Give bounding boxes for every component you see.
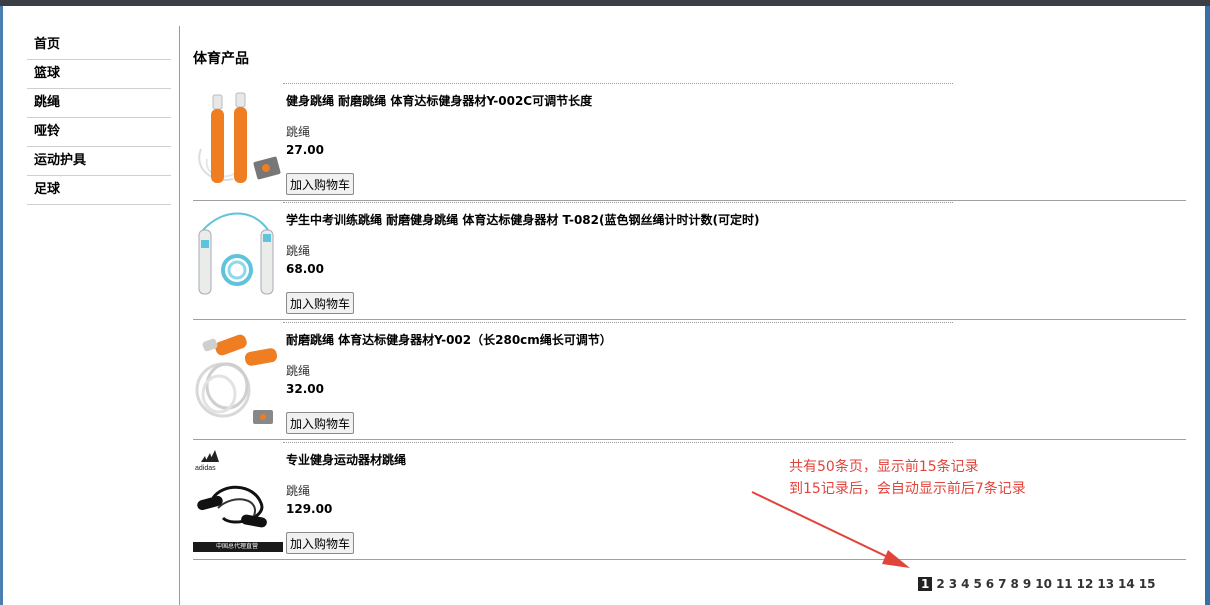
product-category: 跳绳 [286, 364, 311, 378]
section-title: 体育产品 [193, 51, 249, 67]
page-link-5[interactable]: 5 [973, 577, 981, 591]
category-sidebar: 首页 篮球 跳绳 哑铃 运动护具 足球 [27, 31, 171, 205]
sidebar-item-dumbbell[interactable]: 哑铃 [27, 118, 171, 147]
product-divider [193, 439, 1186, 440]
add-to-cart-button[interactable]: 加入购物车 [286, 173, 355, 195]
product-item: 健身跳绳 耐磨跳绳 体育达标健身器材Y-002C可调节长度 跳绳 27.00 加… [193, 83, 1186, 201]
product-divider [193, 200, 1186, 201]
product-price: 68.00 [286, 262, 324, 276]
sidebar-item-football[interactable]: 足球 [27, 176, 171, 205]
window-left-edge [0, 6, 3, 605]
product-divider [193, 319, 1186, 320]
product-category: 跳绳 [286, 484, 311, 498]
add-to-cart-button[interactable]: 加入购物车 [286, 532, 355, 554]
page-link-15[interactable]: 15 [1139, 577, 1156, 591]
page-link-2[interactable]: 2 [936, 577, 944, 591]
product-name[interactable]: 学生中考训练跳绳 耐磨健身跳绳 体育达标健身器材 T-082(蓝色钢丝绳计时计数… [286, 211, 759, 228]
sidebar-item-basketball[interactable]: 篮球 [27, 60, 171, 89]
page-link-9[interactable]: 9 [1023, 577, 1031, 591]
product-divider [193, 559, 1186, 560]
window-top-bar [0, 0, 1210, 6]
product-category: 跳绳 [286, 244, 311, 258]
pagination: 1 2 3 4 5 6 7 8 9 10 11 12 13 14 15 [918, 577, 1159, 591]
add-to-cart-button[interactable]: 加入购物车 [286, 292, 355, 314]
product-name[interactable]: 健身跳绳 耐磨跳绳 体育达标健身器材Y-002C可调节长度 [286, 92, 592, 109]
page-link-6[interactable]: 6 [986, 577, 994, 591]
window-right-edge [1205, 6, 1210, 605]
sidebar-divider [179, 26, 180, 605]
product-name[interactable]: 耐磨跳绳 体育达标健身器材Y-002（长280cm绳长可调节） [286, 331, 612, 348]
product-item: adidas 中国总代理直营 专业健身运动器材跳绳 跳绳 129.00 加入购物… [193, 442, 1186, 560]
svg-text:adidas: adidas [195, 465, 216, 472]
annotation-arrow-icon [751, 491, 910, 568]
product-price: 129.00 [286, 502, 333, 516]
page-link-3[interactable]: 3 [949, 577, 957, 591]
page-link-4[interactable]: 4 [961, 577, 969, 591]
dotted-divider [283, 83, 953, 84]
page-link-12[interactable]: 12 [1077, 577, 1094, 591]
adidas-jump-rope-image[interactable]: adidas 中国总代理直营 [193, 448, 283, 552]
image-caption: 中国总代理直营 [215, 543, 258, 550]
product-item: 耐磨跳绳 体育达标健身器材Y-002（长280cm绳长可调节） 跳绳 32.00… [193, 322, 1186, 440]
orange-rope-coil-image[interactable] [193, 328, 281, 424]
sidebar-item-protective-gear[interactable]: 运动护具 [27, 147, 171, 176]
product-item: 学生中考训练跳绳 耐磨健身跳绳 体育达标健身器材 T-082(蓝色钢丝绳计时计数… [193, 202, 1186, 320]
page-link-13[interactable]: 13 [1097, 577, 1114, 591]
page-link-8[interactable]: 8 [1011, 577, 1019, 591]
sidebar-item-jump-rope[interactable]: 跳绳 [27, 89, 171, 118]
product-name[interactable]: 专业健身运动器材跳绳 [286, 451, 406, 468]
page-link-10[interactable]: 10 [1035, 577, 1052, 591]
dotted-divider [283, 202, 953, 203]
sidebar-item-home[interactable]: 首页 [27, 31, 171, 60]
orange-jump-rope-image[interactable] [193, 89, 281, 185]
add-to-cart-button[interactable]: 加入购物车 [286, 412, 355, 434]
blue-jump-rope-image[interactable] [193, 208, 281, 304]
dotted-divider [283, 442, 953, 443]
page-link-11[interactable]: 11 [1056, 577, 1073, 591]
product-price: 32.00 [286, 382, 324, 396]
product-category: 跳绳 [286, 125, 311, 139]
product-price: 27.00 [286, 143, 324, 157]
page-link-14[interactable]: 14 [1118, 577, 1135, 591]
annotation-line-1: 共有50条页，显示前15条记录 [789, 459, 979, 475]
dotted-divider [283, 322, 953, 323]
page-link-1[interactable]: 1 [918, 577, 933, 591]
page-link-7[interactable]: 7 [998, 577, 1006, 591]
